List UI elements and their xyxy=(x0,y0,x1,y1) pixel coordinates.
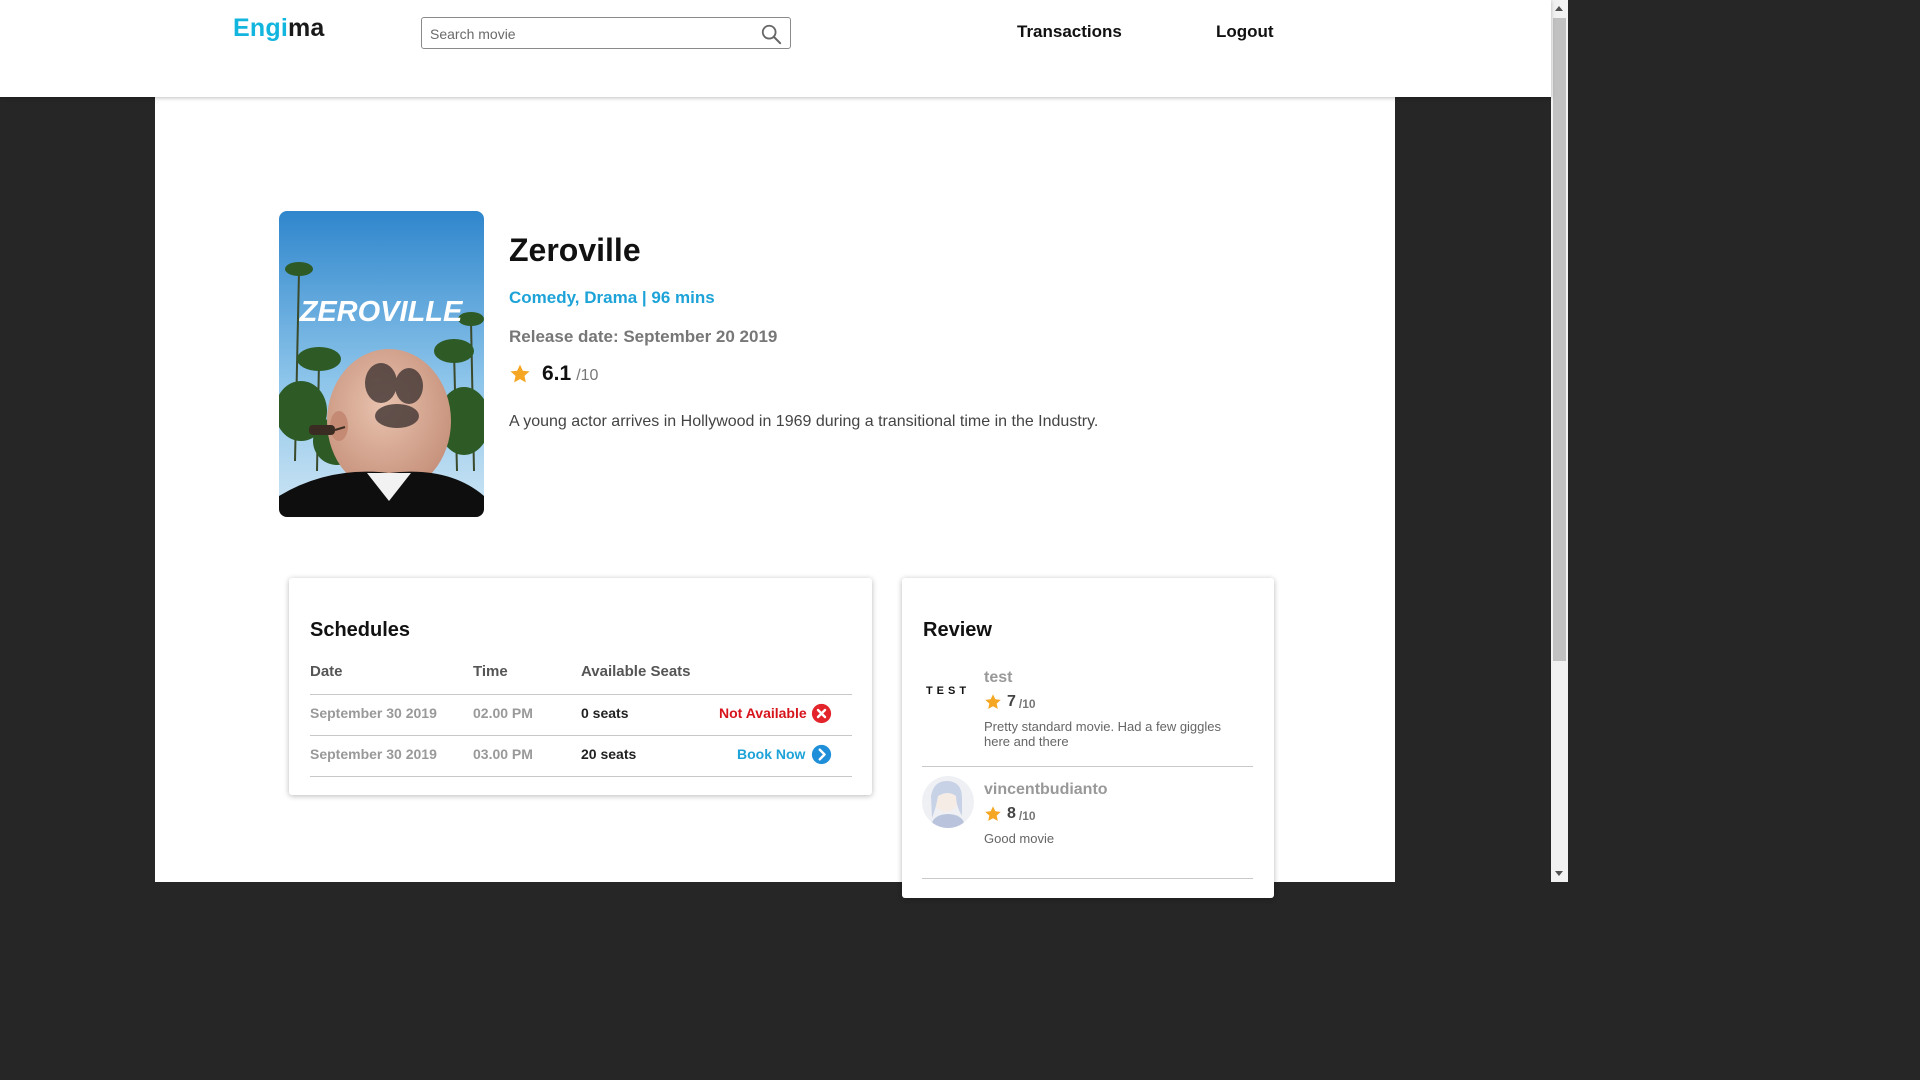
movie-release-date: Release date: September 20 2019 xyxy=(509,327,778,346)
scroll-down-arrow-icon[interactable] xyxy=(1555,871,1563,876)
search-icon[interactable] xyxy=(760,23,782,45)
schedule-divider xyxy=(310,776,852,777)
nav-transactions-link[interactable]: Transactions xyxy=(1017,22,1122,42)
schedule-divider xyxy=(310,694,852,695)
movie-rating: 6.1 /10 xyxy=(509,361,598,387)
scroll-up-arrow-icon[interactable] xyxy=(1555,6,1563,11)
movie-poster-image: ZEROVILLE xyxy=(279,211,484,517)
review-text: Pretty standard movie. Had a few giggles… xyxy=(984,719,1222,749)
nav-logout-link[interactable]: Logout xyxy=(1216,22,1274,42)
movie-detail-panel: ZEROVILLE Zeroville Comedy, Drama | 96 m… xyxy=(155,97,1395,898)
reviewer-avatar-image xyxy=(922,776,974,828)
star-icon xyxy=(510,364,530,383)
movie-poster: ZEROVILLE xyxy=(279,211,484,517)
schedule-seats: 20 seats xyxy=(581,746,637,762)
schedule-header-seats: Available Seats xyxy=(581,663,691,680)
movie-synopsis: A young actor arrives in Hollywood in 19… xyxy=(509,413,1099,430)
review-card: Review TEST test 7 /10 Pretty standard m… xyxy=(902,578,1274,898)
review-divider xyxy=(922,766,1253,767)
book-now-link[interactable]: Book Now xyxy=(737,746,805,762)
brand-logo[interactable]: Engima xyxy=(233,14,325,43)
schedule-header-date: Date xyxy=(310,663,343,680)
search-input[interactable] xyxy=(428,23,752,45)
star-icon xyxy=(985,694,1001,709)
schedule-divider xyxy=(310,735,852,736)
schedule-seats: 0 seats xyxy=(581,705,629,721)
review-score-max: /10 xyxy=(1018,696,1036,711)
reviewer-name: vincentbudianto xyxy=(984,781,1108,798)
review-divider xyxy=(922,878,1253,879)
schedules-title: Schedules xyxy=(310,619,411,641)
schedule-header-time: Time xyxy=(473,663,508,680)
rating-max: /10 xyxy=(576,367,599,384)
review-score-max: /10 xyxy=(1018,808,1036,823)
reviewer-avatar-text: TEST xyxy=(925,685,971,697)
search-box xyxy=(421,17,791,49)
brand-logo-part1: Engi xyxy=(233,14,288,42)
schedule-date: September 30 2019 xyxy=(310,705,437,721)
rating-score: 6.1 xyxy=(542,362,572,385)
close-circle-icon xyxy=(811,703,832,724)
top-navbar: Engima Transactions Logout xyxy=(0,0,1551,97)
chevron-right-circle-icon[interactable] xyxy=(811,744,832,765)
movie-title: Zeroville xyxy=(509,232,641,268)
brand-logo-part2: ma xyxy=(287,14,325,42)
movie-genres-runtime: Comedy, Drama | 96 mins xyxy=(509,288,715,307)
schedules-card: Schedules Date Time Available Seats Sept… xyxy=(289,578,872,795)
review-score: 8 xyxy=(1007,805,1016,822)
page-scrollbar[interactable] xyxy=(1551,0,1568,882)
poster-title-text: ZEROVILLE xyxy=(299,296,464,328)
schedule-time: 02.00 PM xyxy=(473,705,533,721)
review-text: Good movie xyxy=(984,831,1055,846)
review-title: Review xyxy=(923,619,992,641)
schedule-date: September 30 2019 xyxy=(310,746,437,762)
review-rating: 7 /10 xyxy=(984,693,1036,711)
review-rating: 8 /10 xyxy=(984,805,1036,823)
schedule-time: 03.00 PM xyxy=(473,746,533,762)
review-score: 7 xyxy=(1007,693,1016,710)
not-available-label: Not Available xyxy=(719,705,807,721)
star-icon xyxy=(985,806,1001,821)
avatar xyxy=(922,776,974,828)
scrollbar-thumb[interactable] xyxy=(1553,18,1566,661)
reviewer-name: test xyxy=(984,669,1013,686)
